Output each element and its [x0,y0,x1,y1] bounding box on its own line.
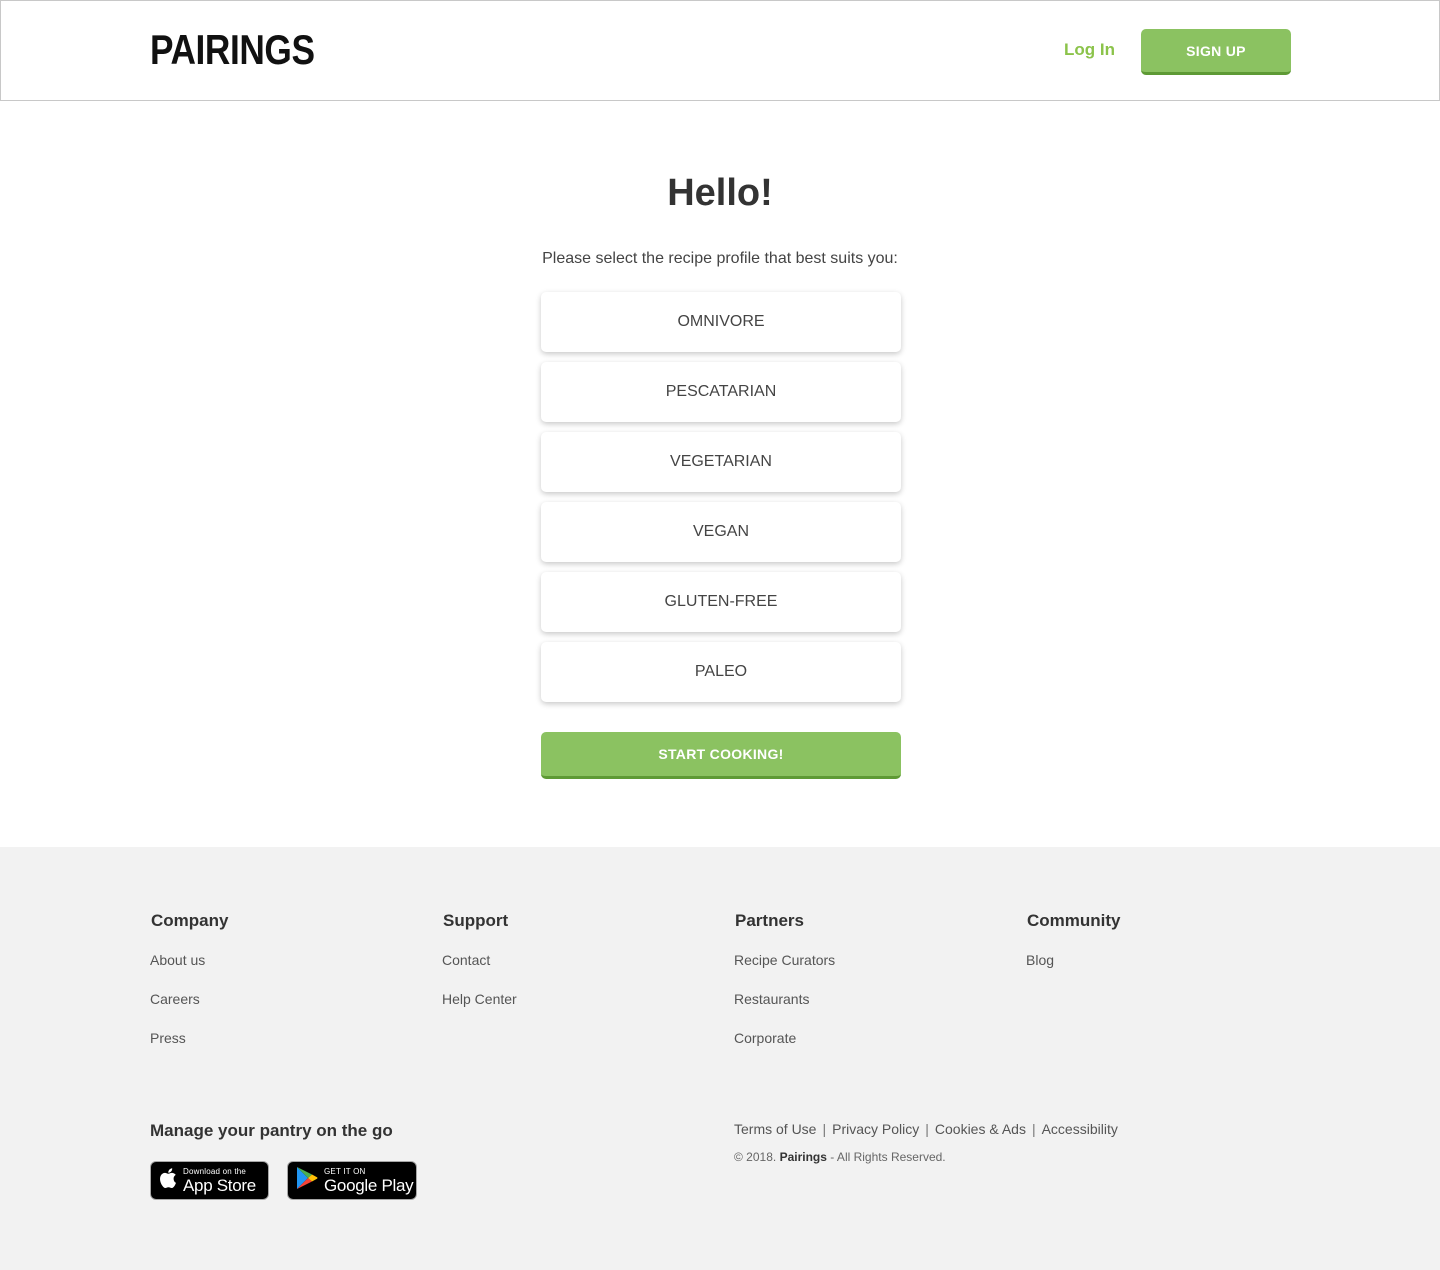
footer-heading-partners: Partners [735,911,804,930]
site-footer: Company About us Careers Press Support C… [0,847,1440,1270]
accessibility-link[interactable]: Accessibility [1042,1121,1118,1137]
footer-link-blog[interactable]: Blog [1026,951,1121,990]
cookies-ads-link[interactable]: Cookies & Ads [935,1121,1026,1137]
footer-column-partners: Partners Recipe Curators Restaurants Cor… [734,911,835,1068]
legal-separator: | [822,1121,827,1137]
copyright: © 2018. Pairings - All Rights Reserved. [734,1150,946,1164]
app-store-small-text: Download on the [183,1166,247,1176]
google-play-small-text: GET IT ON [324,1166,366,1176]
legal-links: Terms of Use | Privacy Policy | Cookies & Ad… [734,1121,1118,1137]
pairings-logo[interactable]: PAIRINGS [150,29,315,71]
footer-link-corporate[interactable]: Corporate [734,1029,835,1068]
footer-link-recipe-curators[interactable]: Recipe Curators [734,951,835,990]
signup-button[interactable]: SIGN UP [1141,29,1291,75]
profile-option-paleo[interactable]: PALEO [541,642,901,702]
copyright-brand: Pairings [779,1150,827,1164]
footer-column-support: Support Contact Help Center [442,911,517,1029]
google-play-badge[interactable]: GET IT ON Google Play [287,1161,417,1200]
footer-heading-support: Support [443,911,509,930]
page-title: Hello! [667,172,773,214]
footer-link-help-center[interactable]: Help Center [442,990,517,1029]
legal-separator: | [1031,1121,1036,1137]
profile-option-omnivore[interactable]: OMNIVORE [541,292,901,352]
profile-option-vegan[interactable]: VEGAN [541,502,901,562]
footer-link-press[interactable]: Press [150,1029,228,1068]
page-subtitle: Please select the recipe profile that be… [542,250,898,267]
start-cooking-button[interactable]: START COOKING! [541,732,901,779]
app-store-large-text: App Store [183,1175,256,1195]
profile-option-pescatarian[interactable]: PESCATARIAN [541,362,901,422]
footer-link-restaurants[interactable]: Restaurants [734,990,835,1029]
footer-heading-company: Company [151,911,229,930]
footer-heading-community: Community [1027,911,1121,930]
app-store-badge[interactable]: Download on the App Store [150,1161,269,1200]
copyright-suffix: - All Rights Reserved. [830,1150,946,1164]
terms-of-use-link[interactable]: Terms of Use [734,1121,816,1137]
site-header: PAIRINGS Log In SIGN UP [0,0,1440,101]
footer-column-company: Company About us Careers Press [150,911,228,1068]
footer-link-careers[interactable]: Careers [150,990,228,1029]
profile-option-gluten-free[interactable]: GLUTEN-FREE [541,572,901,632]
profile-option-vegetarian[interactable]: VEGETARIAN [541,432,901,492]
privacy-policy-link[interactable]: Privacy Policy [832,1121,919,1137]
login-link[interactable]: Log In [1064,40,1115,60]
google-play-icon [296,1166,318,1195]
google-play-large-text: Google Play [324,1175,414,1195]
footer-column-community: Community Blog [1026,911,1121,990]
footer-link-about-us[interactable]: About us [150,951,228,990]
footer-link-contact[interactable]: Contact [442,951,517,990]
legal-separator: | [925,1121,929,1137]
profile-options: OMNIVORE PESCATARIAN VEGETARIAN VEGAN GL… [541,292,901,712]
pantry-title: Manage your pantry on the go [150,1121,393,1140]
apple-icon [159,1167,177,1194]
copyright-prefix: © 2018. [734,1150,777,1164]
